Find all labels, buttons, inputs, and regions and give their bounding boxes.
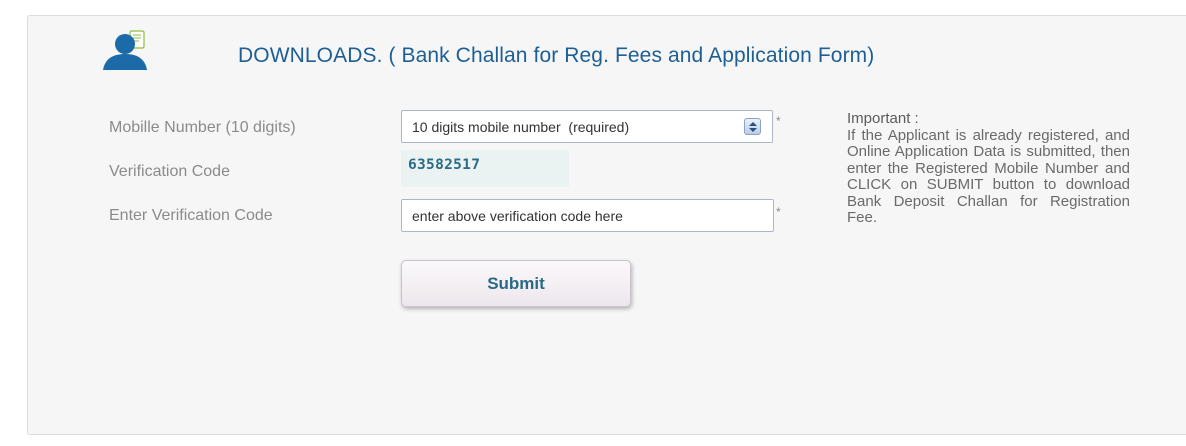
verification-code-input[interactable] <box>401 199 774 232</box>
page-title: DOWNLOADS. ( Bank Challan for Reg. Fees … <box>238 44 875 67</box>
verification-code-value: 63582517 <box>408 157 481 173</box>
verification-code-label: Verification Code <box>109 163 230 180</box>
verification-required-marker: * <box>776 205 781 219</box>
submit-button[interactable]: Submit <box>401 260 631 307</box>
mobile-number-field <box>401 110 773 143</box>
mobile-number-label: Mobille Number (10 digits) <box>109 119 296 136</box>
mobile-number-input[interactable] <box>402 111 732 142</box>
spinner-arrows-icon <box>749 122 757 132</box>
important-note: If the Applicant is already registered, … <box>847 127 1130 227</box>
mobile-required-marker: * <box>776 114 781 128</box>
user-document-icon <box>100 30 156 74</box>
verification-code-box: 63582517 <box>401 150 569 187</box>
number-spinner[interactable] <box>744 118 761 135</box>
important-heading: Important : <box>847 110 919 127</box>
enter-verification-code-label: Enter Verification Code <box>109 207 273 224</box>
